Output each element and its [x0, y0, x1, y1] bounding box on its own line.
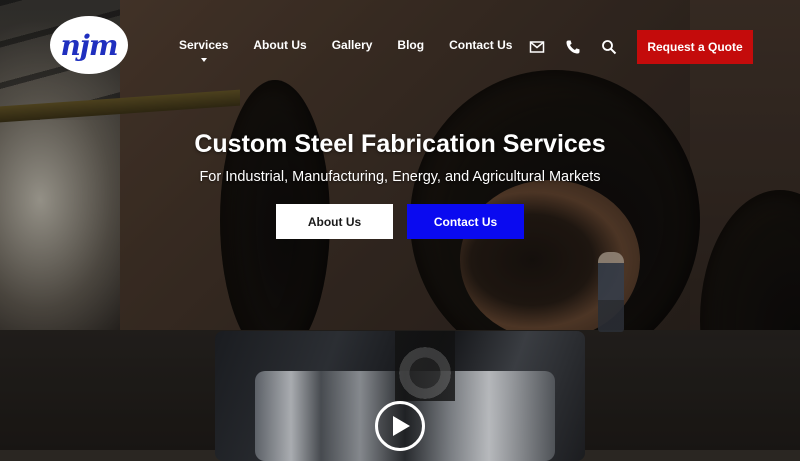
video-machining-detail	[395, 331, 455, 401]
search-icon[interactable]	[601, 39, 617, 55]
chevron-down-icon	[200, 58, 207, 62]
play-icon	[393, 416, 410, 436]
phone-icon[interactable]	[565, 39, 581, 55]
nav-about[interactable]: About Us	[253, 38, 306, 58]
play-button[interactable]	[375, 401, 425, 451]
nav-services-label: Services	[179, 38, 229, 52]
mail-icon[interactable]	[529, 39, 545, 55]
nav-blog[interactable]: Blog	[397, 38, 424, 58]
hero-title: Custom Steel Fabrication Services	[194, 130, 606, 158]
logo[interactable]: njm	[50, 16, 128, 74]
hero-subtitle: For Industrial, Manufacturing, Energy, a…	[199, 169, 601, 185]
about-us-button[interactable]: About Us	[276, 204, 393, 239]
site-header: njm Services About Us Gallery Blog Conta…	[0, 0, 800, 95]
logo-text: njm	[60, 28, 118, 62]
nav-services[interactable]: Services	[179, 38, 229, 62]
nav-contact[interactable]: Contact Us	[449, 38, 512, 58]
request-quote-button[interactable]: Request a Quote	[637, 30, 753, 64]
main-nav: Services About Us Gallery Blog Contact U…	[168, 38, 512, 62]
contact-us-button[interactable]: Contact Us	[407, 204, 524, 239]
video-thumbnail[interactable]	[215, 331, 585, 461]
nav-gallery[interactable]: Gallery	[332, 38, 373, 58]
